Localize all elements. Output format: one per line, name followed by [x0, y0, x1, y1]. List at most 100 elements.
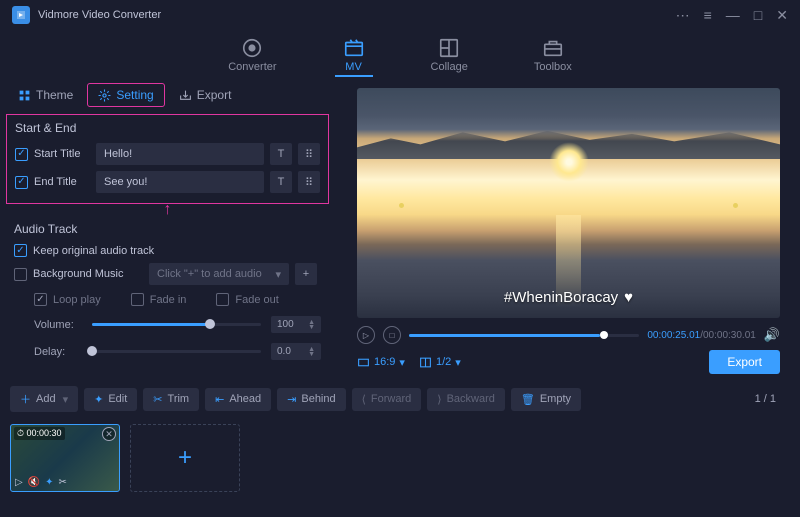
time-display: 00:00:25.01/00:00:30.01 — [647, 330, 755, 341]
clip-duration: ⏱ 00:00:30 — [14, 427, 65, 440]
clip-mute-icon[interactable]: 🔇 — [28, 477, 40, 488]
subtab-setting-label: Setting — [116, 88, 153, 102]
keep-original-row: Keep original audio track — [14, 244, 321, 257]
end-title-text-button[interactable]: T — [270, 171, 292, 193]
tab-converter-label: Converter — [228, 61, 276, 73]
aspect-value: 16:9 — [374, 356, 395, 368]
start-title-checkbox[interactable] — [15, 148, 28, 161]
start-title-row: Start Title T ⠿ — [15, 143, 320, 165]
volume-value-box[interactable]: 100 ▲▼ — [271, 316, 321, 333]
tab-mv-label: MV — [345, 61, 362, 73]
main-tabs: Converter MV Collage Toolbox — [0, 30, 800, 80]
ahead-button[interactable]: ⇤Ahead — [205, 388, 271, 411]
clips-strip: ⏱ 00:00:30 ✕ ▷ 🔇 ✦ ✂ + — [0, 418, 800, 498]
empty-button[interactable]: 🗑Empty — [511, 388, 581, 411]
subtab-theme[interactable]: Theme — [8, 84, 83, 106]
bg-music-select[interactable]: Click "+" to add audio ▾ — [149, 263, 289, 285]
player-bar: ▷ □ 00:00:25.01/00:00:30.01 🔊 — [357, 322, 780, 348]
start-title-input[interactable] — [96, 143, 264, 165]
subtab-setting[interactable]: Setting — [87, 83, 164, 107]
page-indicator: 1 / 1 — [755, 393, 790, 405]
chevron-down-icon: ▾ — [275, 268, 281, 281]
delay-slider[interactable] — [92, 350, 261, 353]
volume-spinner[interactable]: ▲▼ — [308, 320, 315, 330]
clip-toolbar: ＋Add▾ ✦Edit ✂Trim ⇤Ahead ⇥Behind ⟨Forwar… — [0, 380, 800, 418]
audio-sub-options: Loop play Fade in Fade out — [14, 293, 321, 306]
toolbox-icon — [542, 37, 564, 59]
backward-button[interactable]: ⟩Backward — [427, 388, 505, 411]
chevron-down-icon: ▾ — [63, 393, 69, 406]
gear-icon — [98, 89, 111, 102]
wand-icon: ✦ — [94, 393, 103, 406]
progress-bar[interactable] — [409, 334, 639, 337]
loop-checkbox[interactable] — [34, 293, 47, 306]
subtab-export-label: Export — [197, 88, 232, 102]
clip-play-icon[interactable]: ▷ — [15, 477, 23, 488]
window-controls: ⋯ ≡ — □ ✕ — [676, 7, 788, 24]
loop-option: Loop play — [34, 293, 101, 306]
end-title-grid-button[interactable]: ⠿ — [298, 171, 320, 193]
volume-icon[interactable]: 🔊 — [764, 327, 780, 343]
clip-trim-icon[interactable]: ✂ — [59, 477, 67, 488]
maximize-icon[interactable]: □ — [754, 7, 762, 23]
clip-effect-icon[interactable]: ✦ — [45, 477, 53, 488]
titlebar-left: Vidmore Video Converter — [12, 6, 161, 24]
bg-music-row: Background Music Click "+" to add audio … — [14, 263, 321, 285]
menu-icon[interactable]: ≡ — [704, 7, 712, 23]
behind-button[interactable]: ⇥Behind — [277, 388, 345, 411]
stop-button[interactable]: □ — [383, 326, 401, 344]
tab-converter[interactable]: Converter — [220, 33, 284, 77]
start-end-section: Start & End Start Title T ⠿ End Title T … — [6, 114, 329, 204]
split-icon — [419, 356, 432, 369]
volume-value: 100 — [277, 319, 294, 330]
subtab-export[interactable]: Export — [169, 84, 242, 106]
split-select[interactable]: 1/2 ▾ — [419, 356, 461, 369]
fadeout-checkbox[interactable] — [216, 293, 229, 306]
trash-icon: 🗑 — [521, 393, 535, 406]
bg-music-checkbox[interactable] — [14, 268, 27, 281]
volume-slider[interactable] — [92, 323, 261, 326]
add-button[interactable]: ＋Add▾ — [10, 386, 78, 412]
overlay-text: #WheninBoracay — [504, 289, 618, 306]
edit-button[interactable]: ✦Edit — [84, 388, 137, 411]
forward-button[interactable]: ⟨Forward — [352, 388, 422, 411]
fadein-checkbox[interactable] — [131, 293, 144, 306]
subtab-theme-label: Theme — [36, 88, 73, 102]
delay-spinner[interactable]: ▲▼ — [308, 347, 315, 357]
delay-label: Delay: — [34, 346, 82, 358]
trim-button[interactable]: ✂Trim — [143, 388, 199, 411]
minimize-icon[interactable]: — — [726, 7, 740, 23]
titlebar: Vidmore Video Converter ⋯ ≡ — □ ✕ — [0, 0, 800, 30]
add-clip-button[interactable]: + — [130, 424, 240, 492]
heart-icon: ♥ — [624, 289, 633, 306]
aspect-icon — [357, 356, 370, 369]
close-icon[interactable]: ✕ — [776, 7, 788, 24]
tab-collage-label: Collage — [431, 61, 468, 73]
preview-options: 16:9 ▾ 1/2 ▾ Export — [357, 348, 780, 376]
start-title-grid-button[interactable]: ⠿ — [298, 143, 320, 165]
keep-original-label: Keep original audio track — [33, 245, 154, 257]
add-audio-button[interactable]: + — [295, 263, 317, 285]
feedback-icon[interactable]: ⋯ — [676, 7, 690, 24]
preview-video[interactable]: #WheninBoracay ♥ — [357, 88, 780, 318]
delay-value-box[interactable]: 0.0 ▲▼ — [271, 343, 321, 360]
content-area: Theme Setting Export Start & End Start T… — [0, 80, 800, 380]
clip-remove-button[interactable]: ✕ — [102, 427, 116, 441]
audio-section: Audio Track Keep original audio track Ba… — [0, 218, 335, 374]
tab-toolbox[interactable]: Toolbox — [526, 33, 580, 77]
start-title-text-button[interactable]: T — [270, 143, 292, 165]
fadeout-label: Fade out — [235, 294, 278, 306]
keep-original-checkbox[interactable] — [14, 244, 27, 257]
tab-collage[interactable]: Collage — [423, 33, 476, 77]
clip-item[interactable]: ⏱ 00:00:30 ✕ ▷ 🔇 ✦ ✂ — [10, 424, 120, 492]
total-time: 00:00:30.01 — [703, 330, 756, 341]
end-title-input[interactable] — [96, 171, 264, 193]
tab-mv[interactable]: MV — [335, 33, 373, 77]
start-title-label: Start Title — [34, 148, 90, 160]
aspect-ratio-select[interactable]: 16:9 ▾ — [357, 356, 405, 369]
play-button[interactable]: ▷ — [357, 326, 375, 344]
end-title-row: End Title T ⠿ — [15, 171, 320, 193]
export-button[interactable]: Export — [709, 350, 780, 374]
overlay-caption: #WheninBoracay ♥ — [504, 289, 633, 306]
end-title-checkbox[interactable] — [15, 176, 28, 189]
